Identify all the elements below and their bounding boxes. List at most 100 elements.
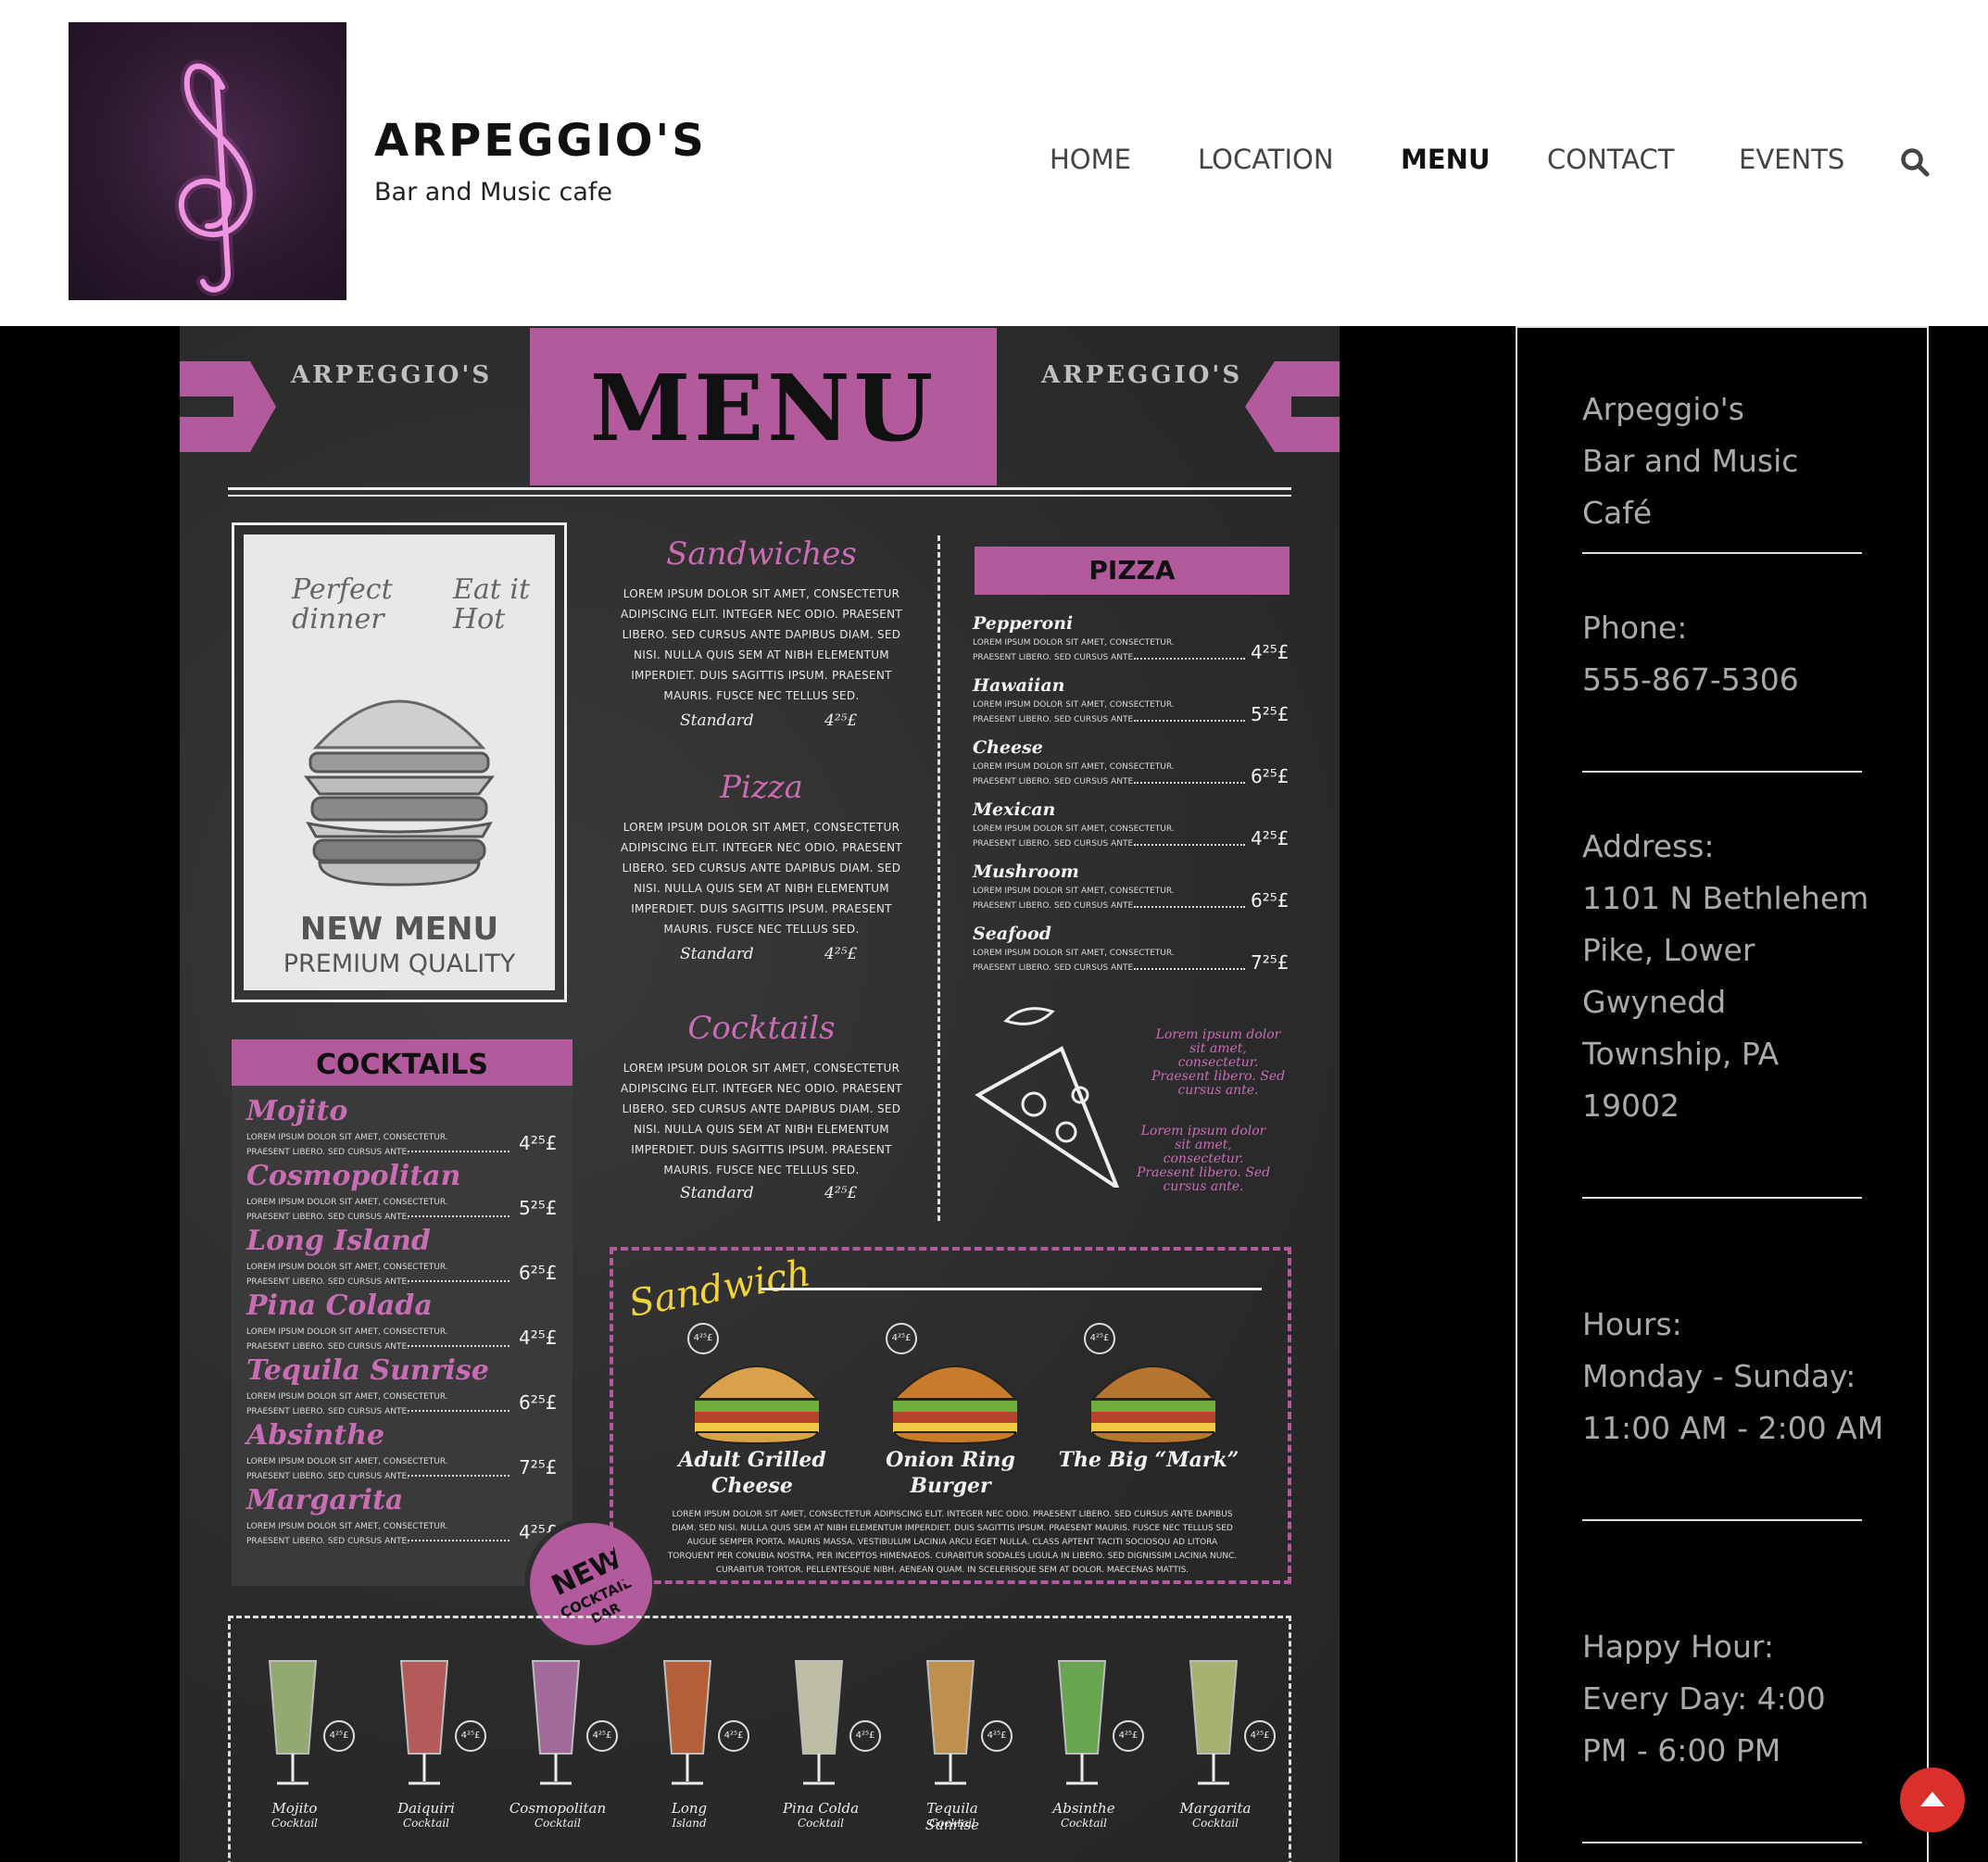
nav-events[interactable]: EVENTS bbox=[1739, 144, 1844, 175]
page: ARPEGGIO'S Bar and Music cafe HOME LOCAT… bbox=[0, 0, 1988, 1862]
sandwich-item-name: Adult Grilled Cheese bbox=[678, 1448, 826, 1498]
menu-image: ARPEGGIO'S ARPEGGIO'S MENU Perfect dinne… bbox=[180, 326, 1340, 1862]
scroll-to-top-button[interactable] bbox=[1900, 1768, 1965, 1832]
dot-leader bbox=[1134, 720, 1245, 722]
menu-title-banner: MENU bbox=[530, 328, 997, 485]
sandwich-text: Lorem ipsum dolor sit amet, consectetur … bbox=[667, 1510, 1238, 1575]
pizza-item-price: 4²⁵£ bbox=[1251, 827, 1290, 849]
cocktail-item-name: Mojito bbox=[246, 1095, 348, 1127]
cocktail-item-desc: Lorem ipsum dolor sit amet, consectetur.… bbox=[246, 1263, 448, 1287]
divider bbox=[1582, 1197, 1862, 1199]
price-circle: 4²⁵£ bbox=[1113, 1720, 1144, 1752]
drink-name: Absinthe bbox=[1052, 1800, 1115, 1817]
dot-leader bbox=[408, 1151, 510, 1152]
divider bbox=[1582, 1519, 1862, 1521]
business-name: Arpeggio's Bar and Music Café bbox=[1582, 391, 1799, 531]
drink-sub: Cocktail bbox=[1191, 1817, 1239, 1830]
nav-menu[interactable]: MENU bbox=[1401, 144, 1491, 175]
dot-leader bbox=[1134, 844, 1245, 846]
nav-location[interactable]: LOCATION bbox=[1198, 144, 1334, 175]
column-divider bbox=[937, 535, 940, 1221]
drink-sub: Cocktail bbox=[271, 1817, 319, 1830]
cocktails-panel: Mojito Lorem ipsum dolor sit amet, conse… bbox=[232, 1086, 572, 1586]
cocktail-item-desc: Lorem ipsum dolor sit amet, consectetur.… bbox=[246, 1133, 448, 1157]
dot-leader bbox=[1134, 906, 1245, 908]
price-circle: 4²⁵£ bbox=[455, 1720, 486, 1752]
chevron-up-icon bbox=[1920, 1792, 1944, 1806]
sandwich-illustration-icon bbox=[694, 1365, 820, 1445]
divider bbox=[228, 487, 1291, 490]
cocktail-glass-icon bbox=[1057, 1660, 1107, 1785]
treble-clef-icon bbox=[174, 59, 257, 296]
left-arrow-banner bbox=[180, 361, 276, 452]
price-circle: 4²⁵£ bbox=[323, 1720, 355, 1752]
sandwich-item-name: Onion Ring Burger bbox=[886, 1448, 1015, 1498]
dot-leader bbox=[408, 1280, 510, 1282]
pizza-item-name: Cheese bbox=[973, 737, 1043, 758]
cocktails-ribbon: COCKTAILS bbox=[232, 1039, 572, 1091]
divider bbox=[1582, 552, 1862, 554]
cocktail-item-price: 6²⁵£ bbox=[519, 1262, 558, 1284]
cocktail-item-name: Pina Colada bbox=[246, 1290, 433, 1322]
pizza-item-desc: Lorem ipsum dolor sit amet, consectetur.… bbox=[973, 638, 1175, 662]
cocktail-item-desc: Lorem ipsum dolor sit amet, consectetur.… bbox=[246, 1327, 448, 1352]
cocktail-item-desc: Lorem ipsum dolor sit amet, consectetur.… bbox=[246, 1457, 448, 1481]
drink-sub: Cocktail bbox=[402, 1817, 450, 1830]
cocktail-item-desc: Lorem ipsum dolor sit amet, consectetur.… bbox=[246, 1522, 448, 1546]
happy-hour-block: Happy Hour: Every Day: 4:00 PM - 6:00 PM bbox=[1582, 1621, 1888, 1777]
search-icon[interactable] bbox=[1899, 146, 1931, 178]
cocktail-item-name: Absinthe bbox=[246, 1419, 385, 1452]
nav-home[interactable]: HOME bbox=[1050, 144, 1131, 175]
phone-block: Phone: 555-867-5306 bbox=[1582, 602, 1888, 706]
nav-contact[interactable]: CONTACT bbox=[1547, 144, 1675, 175]
burger-card: Perfect dinner Eat it Hot NEW MENU PREMI… bbox=[232, 522, 567, 1002]
drink-name: Long bbox=[671, 1800, 708, 1817]
sandwich-box: Sandwich 4²⁵£ Adult Grilled Cheese 4²⁵£ O… bbox=[610, 1247, 1291, 1584]
dot-leader bbox=[1134, 782, 1245, 784]
drink-name: Mojito bbox=[271, 1800, 318, 1817]
pizza-item-name: Pepperoni bbox=[973, 613, 1074, 634]
site-logo[interactable] bbox=[69, 22, 346, 300]
cocktail-item-desc: Lorem ipsum dolor sit amet, consectetur.… bbox=[246, 1392, 448, 1416]
site-header: ARPEGGIO'S Bar and Music cafe HOME LOCAT… bbox=[0, 0, 1988, 326]
section-std-label: Standard bbox=[680, 945, 754, 963]
burger-headline: NEW MENU bbox=[299, 911, 499, 948]
phone-number[interactable]: 555-867-5306 bbox=[1582, 654, 1888, 706]
pizza-item-price: 5²⁵£ bbox=[1251, 703, 1290, 725]
burger-note-right: Eat it Hot bbox=[453, 573, 531, 635]
pizza-item-price: 6²⁵£ bbox=[1251, 765, 1290, 787]
cocktail-item-name: Cosmopolitan bbox=[246, 1160, 461, 1192]
pizza-note-1: Lorem ipsum dolor sit amet, consectetur.… bbox=[1151, 1027, 1286, 1098]
pizza-item-price: 6²⁵£ bbox=[1251, 889, 1290, 912]
drink-sub: Cocktail bbox=[534, 1817, 582, 1830]
drink-name: Cosmopolitan bbox=[509, 1800, 607, 1817]
pizza-item-desc: Lorem ipsum dolor sit amet, consectetur.… bbox=[973, 762, 1175, 786]
menu-brand-right: ARPEGGIO'S bbox=[1041, 361, 1243, 389]
pizza-item-name: Mexican bbox=[973, 799, 1056, 820]
price-circle: 4²⁵£ bbox=[981, 1720, 1013, 1752]
site-tagline: Bar and Music cafe bbox=[374, 178, 613, 207]
burger-note-left: Perfect dinner bbox=[292, 573, 393, 635]
cocktail-glass-icon bbox=[531, 1660, 581, 1785]
burger-subline: PREMIUM QUALITY bbox=[283, 950, 516, 978]
section-text-pizza: Lorem ipsum dolor sit amet, consectetur … bbox=[620, 821, 903, 936]
pizza-item-name: Hawaiian bbox=[973, 675, 1065, 696]
cocktail-glass-icon bbox=[399, 1660, 449, 1785]
drinks-box: 4²⁵£ Mojito Cocktail 4²⁵£ Daiquiri Cockt… bbox=[228, 1616, 1291, 1862]
address-block: Address: 1101 N Bethlehem Pike, Lower Gw… bbox=[1582, 821, 1888, 1132]
section-title-sandwiches: Sandwiches bbox=[666, 535, 857, 572]
section-std-price: 4²⁵£ bbox=[824, 711, 858, 730]
site-title[interactable]: ARPEGGIO'S bbox=[374, 115, 707, 167]
pizza-item-desc: Lorem ipsum dolor sit amet, consectetur.… bbox=[973, 824, 1175, 849]
pizza-item-price: 4²⁵£ bbox=[1251, 641, 1290, 663]
price-circle: 4²⁵£ bbox=[849, 1720, 881, 1752]
section-text-cocktails: Lorem ipsum dolor sit amet, consectetur … bbox=[620, 1062, 903, 1176]
price-circle: 4²⁵£ bbox=[586, 1720, 618, 1752]
cocktail-item-price: 7²⁵£ bbox=[519, 1456, 558, 1478]
pizza-ribbon: PIZZA bbox=[975, 547, 1290, 595]
dot-leader bbox=[408, 1540, 510, 1541]
cocktail-item-name: Margarita bbox=[246, 1484, 404, 1516]
hours-label: Hours: bbox=[1582, 1306, 1682, 1342]
dot-leader bbox=[408, 1475, 510, 1477]
divider bbox=[228, 495, 1291, 497]
